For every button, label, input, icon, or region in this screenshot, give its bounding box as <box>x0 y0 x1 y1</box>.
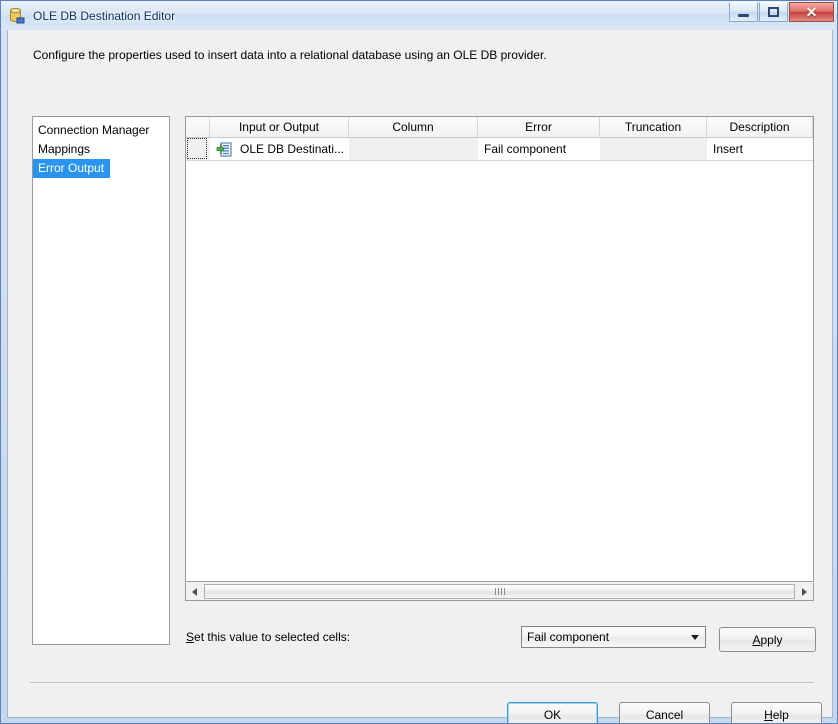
cancel-button[interactable]: Cancel <box>619 702 710 724</box>
row-selector-cell[interactable] <box>186 138 210 160</box>
apply-accel: A <box>752 633 760 647</box>
sidebar-item-mappings[interactable]: Mappings <box>33 140 169 159</box>
page-list[interactable]: Connection Manager Mappings Error Output <box>32 116 170 645</box>
set-value-dropdown-value: Fail component <box>522 630 685 644</box>
apply-button[interactable]: Apply <box>719 627 816 652</box>
set-value-label-accel: S <box>186 630 194 644</box>
column-header-description[interactable]: Description <box>707 117 813 137</box>
error-output-grid: Input or Output Column Error Truncation … <box>185 116 814 582</box>
scroll-right-button[interactable] <box>796 584 813 600</box>
column-header-column[interactable]: Column <box>349 117 478 137</box>
column-header-input-or-output[interactable]: Input or Output <box>210 117 349 137</box>
restore-icon <box>768 7 779 17</box>
cell-column[interactable] <box>349 138 478 160</box>
sidebar-item-connection-manager[interactable]: Connection Manager <box>33 121 169 140</box>
scrollbar-thumb[interactable] <box>204 584 795 599</box>
title-bar: OLE DB Destination Editor ✕ <box>1 1 838 30</box>
window-controls: ✕ <box>729 2 834 22</box>
dialog-description: Configure the properties used to insert … <box>33 48 547 62</box>
apply-rest: pply <box>761 633 783 647</box>
ok-button[interactable]: OK <box>507 702 598 724</box>
sidebar-item-error-output[interactable]: Error Output <box>33 159 110 178</box>
set-value-label-rest: et this value to selected cells: <box>194 630 350 644</box>
column-header-truncation[interactable]: Truncation <box>600 117 707 137</box>
cell-input-or-output[interactable]: OLE DB Destinati... <box>210 138 349 160</box>
grid-header-row: Input or Output Column Error Truncation … <box>186 117 813 138</box>
scroll-grip-icon <box>495 588 505 595</box>
help-button[interactable]: Help <box>731 702 822 724</box>
help-rest: elp <box>773 708 789 722</box>
scroll-left-icon <box>192 588 197 596</box>
set-value-dropdown[interactable]: Fail component <box>521 626 706 648</box>
chevron-down-icon[interactable] <box>685 627 705 647</box>
close-icon: ✕ <box>806 5 818 19</box>
input-output-icon <box>216 142 232 157</box>
window-title: OLE DB Destination Editor <box>33 9 175 23</box>
help-accel: H <box>764 708 773 722</box>
cell-truncation[interactable] <box>600 138 707 160</box>
row-focus-indicator <box>187 138 207 159</box>
cell-description[interactable]: Insert <box>707 138 813 160</box>
dialog-window: OLE DB Destination Editor ✕ Configure th… <box>0 0 838 724</box>
cell-input-or-output-text: OLE DB Destinati... <box>240 138 344 160</box>
grid-corner-header <box>186 117 210 137</box>
scroll-right-icon <box>802 588 807 596</box>
minimize-icon <box>738 14 749 17</box>
database-icon <box>8 7 26 25</box>
column-header-error[interactable]: Error <box>478 117 600 137</box>
grid-horizontal-scrollbar[interactable] <box>185 583 814 601</box>
set-value-label: Set this value to selected cells: <box>186 630 350 644</box>
scroll-left-button[interactable] <box>186 584 203 600</box>
cell-error[interactable]: Fail component <box>478 138 600 160</box>
minimize-button[interactable] <box>729 2 758 22</box>
footer-divider <box>30 682 814 683</box>
dialog-client-area: Configure the properties used to insert … <box>7 30 833 718</box>
table-row[interactable]: OLE DB Destinati... Fail component Inser… <box>186 138 813 161</box>
close-button[interactable]: ✕ <box>789 2 834 22</box>
restore-button[interactable] <box>759 2 788 22</box>
